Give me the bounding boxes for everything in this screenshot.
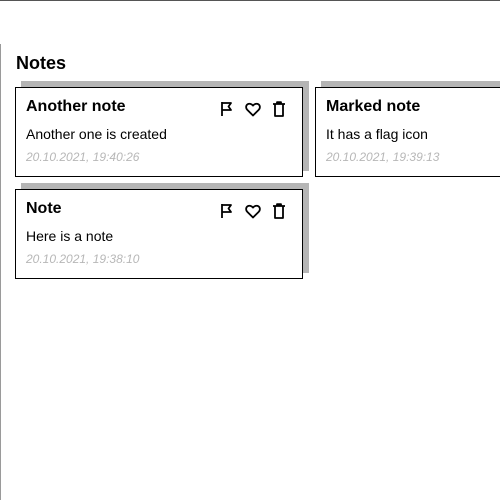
note-card: Marked note It has a flag icon 20.10.202…: [315, 87, 500, 177]
heart-icon[interactable]: [244, 202, 262, 220]
heart-icon[interactable]: [244, 100, 262, 118]
note-title: Another note: [26, 98, 126, 115]
note-body: Another one is created: [26, 126, 167, 142]
note-timestamp: 20.10.2021, 19:40:26: [26, 150, 140, 164]
top-divider: [0, 0, 500, 1]
note-card: Note Here is a note 20.10.2021, 19:38:10: [15, 189, 303, 279]
note-body: Here is a note: [26, 228, 114, 244]
section-title: Notes: [16, 53, 67, 73]
note-title: Marked note: [326, 98, 421, 115]
note-title: Note: [26, 200, 62, 217]
note-card: Another note Another one is created 20.1…: [15, 87, 303, 177]
left-divider: [0, 44, 1, 500]
note-body: It has a flag icon: [326, 126, 428, 142]
flag-icon[interactable]: [218, 100, 236, 118]
flag-icon[interactable]: [218, 202, 236, 220]
note-actions: [218, 100, 288, 118]
trash-icon[interactable]: [270, 100, 288, 118]
note-actions: [218, 202, 288, 220]
note-timestamp: 20.10.2021, 19:39:13: [326, 150, 440, 164]
trash-icon[interactable]: [270, 202, 288, 220]
note-timestamp: 20.10.2021, 19:38:10: [26, 252, 140, 266]
